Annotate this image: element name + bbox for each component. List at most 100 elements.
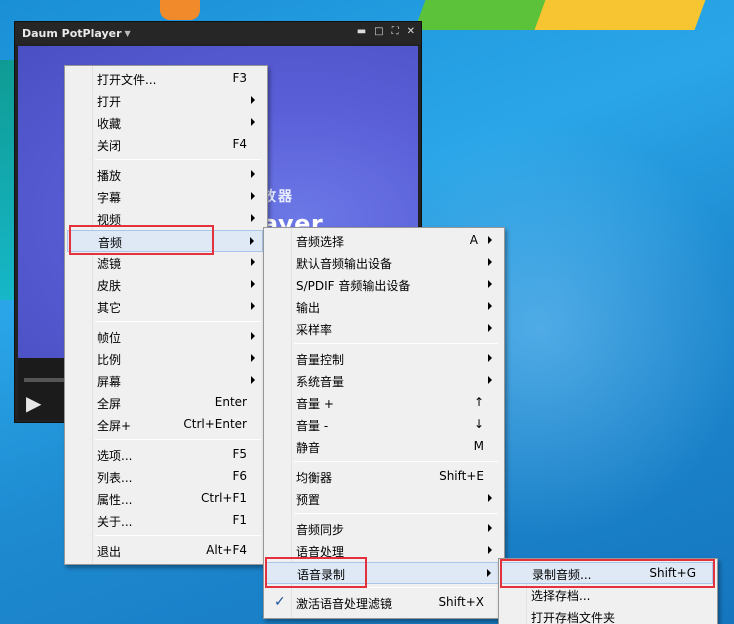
menu-item-label: 打开存档文件夹 [531, 611, 616, 624]
menu-item-shortcut: F4 [232, 137, 247, 151]
audio-menu-item-8[interactable]: 音量 - ↓ [266, 414, 500, 436]
menu-item-label: 其它 [97, 301, 122, 315]
main-menu-item-17[interactable]: 列表... F6 [67, 466, 263, 488]
audio-menu-item-4[interactable]: 采样率 [266, 318, 500, 340]
menu-item-label: 默认音频输出设备 [296, 257, 393, 271]
close-icon[interactable]: ✕ [407, 26, 415, 37]
submenu-arrow-icon [251, 258, 255, 266]
menu-item-label: 全屏 [97, 397, 122, 411]
main-menu-item-5[interactable]: 字幕 [67, 186, 263, 208]
main-menu-item-16[interactable]: 选项... F5 [67, 444, 263, 466]
audio-menu-item-3[interactable]: 输出 [266, 296, 500, 318]
menu-separator [95, 439, 261, 440]
main-menu-item-18[interactable]: 属性... Ctrl+F1 [67, 488, 263, 510]
audio-menu-item-1[interactable]: 默认音频输出设备 [266, 252, 500, 274]
menu-separator [95, 535, 261, 536]
audio-menu-item-0[interactable]: 音频选择 A [266, 230, 500, 252]
menu-separator [294, 343, 498, 344]
menu-item-label: 激活语音处理滤镜 [296, 597, 393, 611]
main-menu-item-19[interactable]: 关于... F1 [67, 510, 263, 532]
audio-menu-item-2[interactable]: S/PDIF 音频输出设备 [266, 274, 500, 296]
menu-item-label: 打开文件... [97, 73, 157, 87]
submenu-arrow-icon [488, 494, 492, 502]
submenu-arrow-icon [488, 546, 492, 554]
menu-item-shortcut: M [473, 439, 484, 453]
menu-item-label: 音频选择 [296, 235, 345, 249]
audio-menu-item-6[interactable]: 系统音量 [266, 370, 500, 392]
submenu-arrow-icon [488, 236, 492, 244]
main-menu-item-20[interactable]: 退出 Alt+F4 [67, 540, 263, 562]
menu-item-shortcut: A [469, 233, 478, 247]
main-menu-item-10[interactable]: 其它 [67, 296, 263, 318]
submenu-arrow-icon [251, 354, 255, 362]
main-menu-item-15[interactable]: 全屏+ Ctrl+Enter [67, 414, 263, 436]
wallpaper-teal-shape [0, 60, 14, 300]
submenu-arrow-icon [251, 192, 255, 200]
annotation-box-record-audio [500, 559, 715, 588]
audio-menu-item-11[interactable]: 预置 [266, 488, 500, 510]
submenu-arrow-icon [488, 258, 492, 266]
menu-item-label: 选择存档... [531, 589, 591, 603]
annotation-box-audio [69, 225, 214, 255]
main-menu-item-3[interactable]: 关闭 F4 [67, 134, 263, 156]
submenu-arrow-icon [251, 376, 255, 384]
main-menu-item-9[interactable]: 皮肤 [67, 274, 263, 296]
submenu-arrow-icon [488, 302, 492, 310]
audio-menu-item-9[interactable]: 静音 M [266, 436, 500, 458]
menu-separator [95, 321, 261, 322]
menu-item-shortcut: Alt+F4 [206, 543, 247, 557]
menu-item-label: 音量 + [296, 397, 334, 411]
menu-item-label: 音频同步 [296, 523, 345, 537]
menu-item-label: 属性... [97, 493, 133, 507]
wallpaper-orange-shape [160, 0, 200, 20]
restore-icon[interactable]: □ [374, 26, 383, 37]
minimize-icon[interactable]: ▬ [357, 26, 366, 37]
menu-item-label: 关闭 [97, 139, 122, 153]
menu-item-label: 关于... [97, 515, 133, 529]
main-menu-item-4[interactable]: 播放 [67, 164, 263, 186]
menu-item-label: 比例 [97, 353, 122, 367]
wallpaper-yellow-streak [534, 0, 706, 30]
menu-item-label: 选项... [97, 449, 133, 463]
menu-item-label: 播放 [97, 169, 122, 183]
menu-item-label: 滤镜 [97, 257, 122, 271]
menu-item-label: 全屏+ [97, 419, 132, 433]
main-menu-item-2[interactable]: 收藏 [67, 112, 263, 134]
menu-item-shortcut: F3 [232, 71, 247, 85]
audio-menu-item-15[interactable]: ✓ 激活语音处理滤镜 Shift+X [266, 592, 500, 614]
play-icon[interactable]: ▶ [26, 390, 52, 416]
menu-item-label: 音量 - [296, 419, 329, 433]
main-menu-item-11[interactable]: 帧位 [67, 326, 263, 348]
fullscreen-icon[interactable]: ⛶ [392, 26, 399, 37]
window-buttons: ▬ □ ⛶ ✕ [357, 26, 415, 37]
audio-menu-item-7[interactable]: 音量 + ↑ [266, 392, 500, 414]
submenu-arrow-icon [488, 354, 492, 362]
main-menu-item-1[interactable]: 打开 [67, 90, 263, 112]
main-menu-item-13[interactable]: 屏幕 [67, 370, 263, 392]
menu-item-shortcut: F6 [232, 469, 247, 483]
audio-menu-item-10[interactable]: 均衡器 Shift+E [266, 466, 500, 488]
main-menu-item-14[interactable]: 全屏 Enter [67, 392, 263, 414]
annotation-box-voice-record [265, 557, 367, 588]
menu-separator [294, 513, 498, 514]
submenu-arrow-icon [488, 524, 492, 532]
menu-item-shortcut: Ctrl+F1 [201, 491, 247, 505]
menu-item-label: 系统音量 [296, 375, 345, 389]
menu-item-label: S/PDIF 音频输出设备 [296, 279, 411, 293]
menu-item-shortcut: ↑ [473, 395, 484, 409]
menu-item-label: 退出 [97, 545, 122, 559]
record-menu-item-2[interactable]: 打开存档文件夹 [501, 606, 713, 624]
audio-menu-item-12[interactable]: 音频同步 [266, 518, 500, 540]
submenu-arrow-icon [251, 96, 255, 104]
main-menu-item-12[interactable]: 比例 [67, 348, 263, 370]
audio-menu-item-5[interactable]: 音量控制 [266, 348, 500, 370]
menu-item-shortcut: ↓ [473, 417, 484, 431]
submenu-arrow-icon [251, 170, 255, 178]
title-menu-caret-icon[interactable]: ▼ [125, 29, 131, 38]
main-menu-item-0[interactable]: 打开文件... F3 [67, 68, 263, 90]
main-context-menu: 打开文件... F3 打开 收藏 关闭 F4 播放 字幕 视频 音频 滤镜 皮肤 其它 帧位 比例 屏幕 全屏 E… [64, 65, 268, 565]
menu-item-shortcut: Enter [214, 395, 247, 409]
menu-item-label: 屏幕 [97, 375, 122, 389]
menu-item-label: 预置 [296, 493, 321, 507]
main-menu-item-8[interactable]: 滤镜 [67, 252, 263, 274]
